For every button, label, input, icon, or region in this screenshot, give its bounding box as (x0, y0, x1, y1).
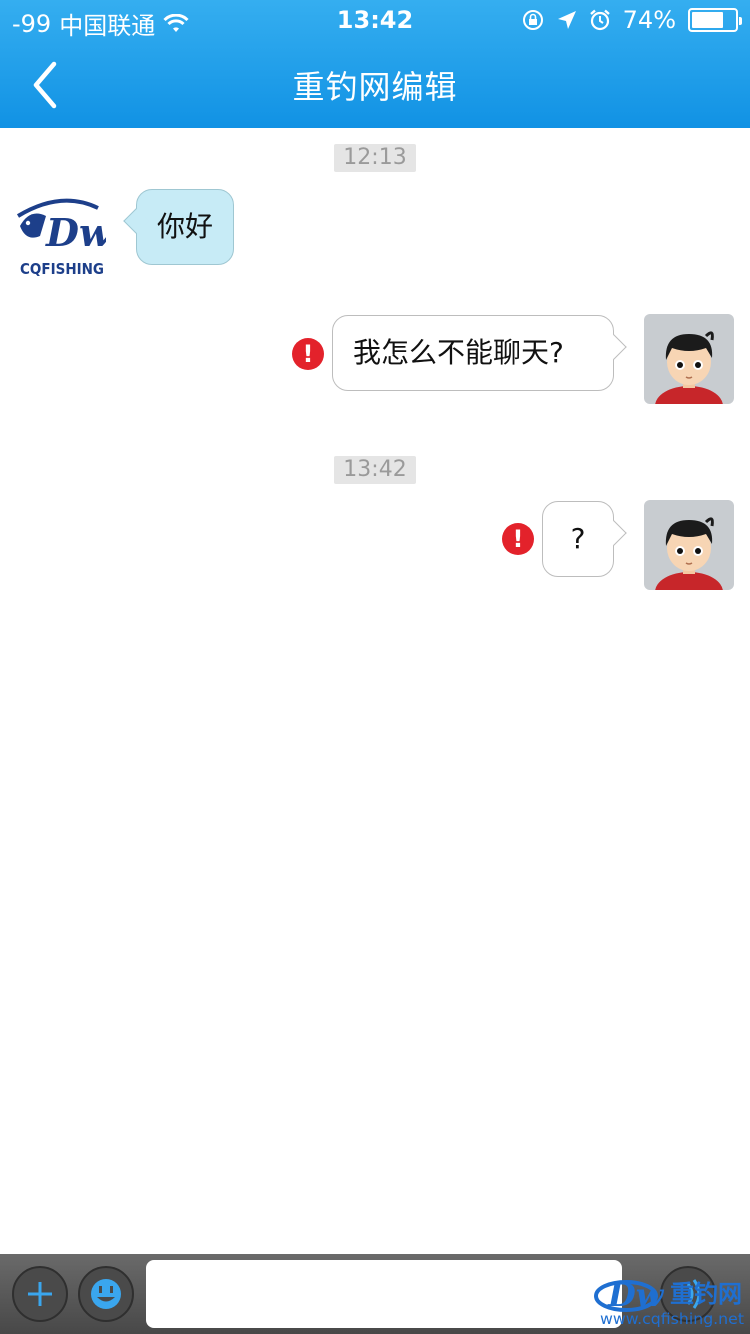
battery-percent: 74% (622, 6, 676, 34)
voice-icon (686, 1279, 701, 1309)
location-icon (557, 11, 576, 29)
page-title: 重钓网编辑 (292, 68, 458, 106)
error-icon[interactable]: ! (292, 338, 324, 370)
message-timestamp: 12:13 (334, 144, 416, 172)
battery-fill (692, 12, 724, 28)
message-bubble-outgoing[interactable]: 我怎么不能聊天? (332, 315, 627, 391)
message-text: ? (570, 522, 586, 555)
cartoon-avatar-icon (644, 500, 734, 590)
message-input[interactable] (146, 1260, 622, 1328)
input-bar (0, 1254, 750, 1334)
emoji-icon (91, 1279, 121, 1309)
error-icon[interactable]: ! (502, 523, 534, 555)
emoji-button[interactable] (78, 1266, 134, 1322)
user-avatar[interactable] (644, 500, 734, 590)
status-bar: -99 中国联通 13:42 74% (0, 0, 750, 40)
alarm-icon (589, 9, 610, 31)
message-bubble-incoming[interactable]: 你好 (123, 189, 235, 265)
top-bar: -99 中国联通 13:42 74% 重钓网编辑 (0, 0, 750, 128)
plus-icon (28, 1282, 52, 1306)
add-button[interactable] (12, 1266, 68, 1322)
svg-text:CQFISHING: CQFISHING (20, 260, 104, 278)
message-text: 我怎么不能聊天? (353, 336, 564, 369)
voice-button[interactable] (660, 1266, 716, 1322)
svg-text:Dw: Dw (45, 210, 106, 255)
cqfishing-logo: Dw CQFISHING (16, 198, 106, 278)
contact-avatar[interactable]: Dw CQFISHING (16, 188, 106, 278)
message-timestamp: 13:42 (334, 456, 416, 484)
battery-icon (688, 8, 742, 32)
cartoon-avatar-icon (644, 314, 734, 404)
message-bubble-outgoing[interactable]: ? (542, 501, 627, 577)
message-text: 你好 (157, 210, 214, 243)
rotation-lock-icon (522, 10, 543, 30)
user-avatar[interactable] (644, 314, 734, 404)
